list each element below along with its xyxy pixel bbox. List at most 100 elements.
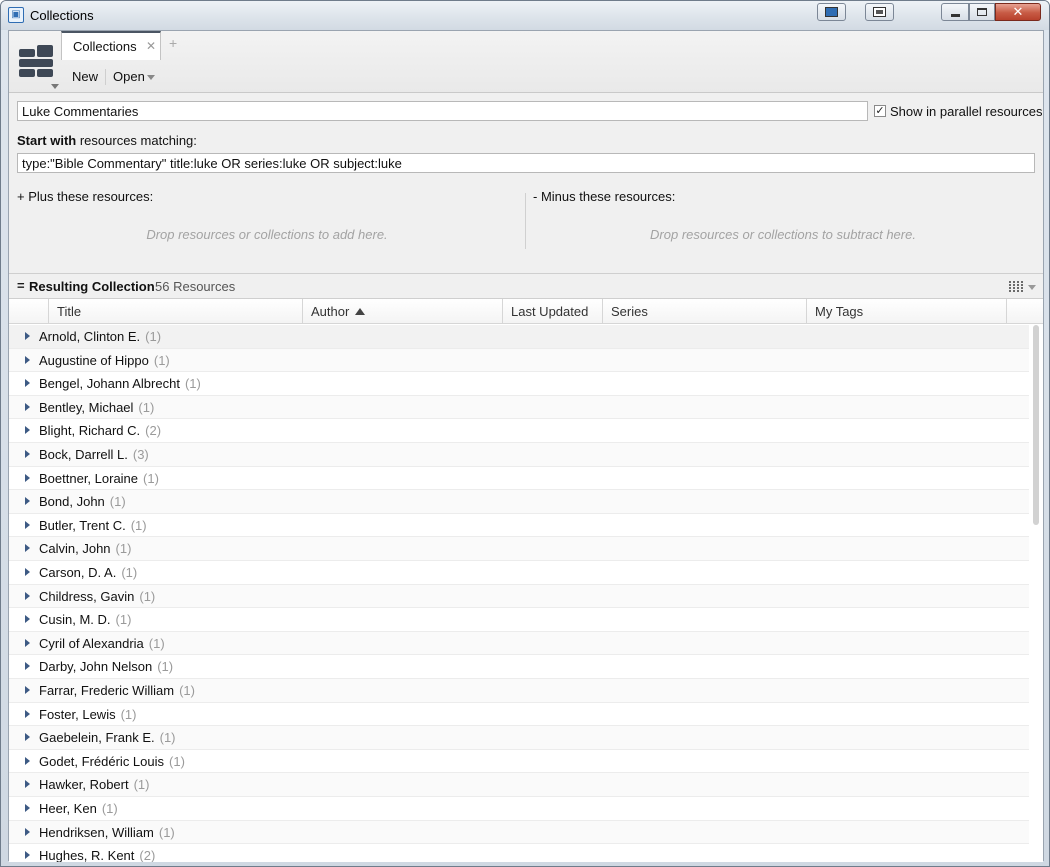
logo-dropdown-icon[interactable] bbox=[51, 84, 59, 89]
table-row[interactable]: Darby, John Nelson (1) bbox=[9, 655, 1029, 679]
expand-arrow-icon[interactable] bbox=[25, 450, 30, 458]
expand-arrow-icon[interactable] bbox=[25, 332, 30, 340]
expand-arrow-icon[interactable] bbox=[25, 426, 30, 435]
column-header-title[interactable]: Title bbox=[48, 299, 302, 324]
column-header-series[interactable]: Series bbox=[602, 299, 806, 324]
table-row[interactable]: Bock, Darrell L. (3) bbox=[9, 443, 1029, 467]
table-row[interactable]: Foster, Lewis (1) bbox=[9, 702, 1029, 727]
table-row[interactable]: Childress, Gavin (1) bbox=[9, 584, 1029, 609]
author-name: Bengel, Johann Albrecht (1) bbox=[39, 376, 201, 391]
expand-arrow-icon[interactable] bbox=[25, 851, 30, 860]
tab-collections[interactable]: Collections ✕ bbox=[61, 31, 161, 60]
table-row[interactable]: Gaebelein, Frank E. (1) bbox=[9, 726, 1029, 750]
minimize-button[interactable] bbox=[941, 3, 969, 21]
table-row[interactable]: Butler, Trent C. (1) bbox=[9, 513, 1029, 538]
start-with-bold: Start with bbox=[17, 133, 77, 148]
expand-arrow-icon[interactable] bbox=[25, 520, 30, 529]
query-input[interactable] bbox=[17, 153, 1035, 173]
result-title: Resulting Collection bbox=[29, 279, 155, 294]
expand-arrow-icon[interactable] bbox=[25, 473, 30, 482]
resource-table: Title Author Last Updated Series My Tags… bbox=[9, 298, 1043, 862]
start-with-label: Start with resources matching: bbox=[17, 133, 197, 148]
open-dropdown-icon[interactable] bbox=[147, 75, 155, 80]
expand-arrow-icon[interactable] bbox=[25, 591, 30, 600]
table-row[interactable]: Boettner, Loraine (1) bbox=[9, 466, 1029, 491]
view-dropdown-icon[interactable] bbox=[1028, 285, 1036, 290]
author-name: Hawker, Robert (1) bbox=[39, 777, 149, 792]
add-drop-zone[interactable]: Drop resources or collections to add her… bbox=[17, 227, 517, 242]
table-row[interactable]: Augustine of Hippo (1) bbox=[9, 348, 1029, 373]
expand-arrow-icon[interactable] bbox=[25, 379, 30, 388]
expand-arrow-icon[interactable] bbox=[25, 780, 30, 789]
table-row[interactable]: Godet, Frédéric Louis (1) bbox=[9, 749, 1029, 774]
new-button[interactable]: New bbox=[72, 69, 98, 84]
open-button[interactable]: Open bbox=[113, 69, 145, 84]
column-header-my-tags[interactable]: My Tags bbox=[806, 299, 1006, 324]
column-header-author[interactable]: Author bbox=[302, 299, 502, 324]
table-row[interactable]: Blight, Richard C. (2) bbox=[9, 419, 1029, 443]
expand-arrow-icon[interactable] bbox=[25, 544, 30, 553]
resource-count: (1) bbox=[158, 824, 175, 840]
column-header-last-updated[interactable]: Last Updated bbox=[502, 299, 602, 324]
scrollbar-thumb[interactable] bbox=[1033, 325, 1039, 525]
author-name: Hendriksen, William (1) bbox=[39, 825, 175, 840]
table-row[interactable]: Bentley, Michael (1) bbox=[9, 395, 1029, 420]
author-label: Bentley, Michael bbox=[39, 399, 134, 415]
expand-arrow-icon[interactable] bbox=[25, 638, 30, 647]
table-row[interactable]: Heer, Ken (1) bbox=[9, 797, 1029, 821]
expand-arrow-icon[interactable] bbox=[25, 804, 30, 812]
column-series-label: Series bbox=[611, 304, 648, 319]
expand-arrow-icon[interactable] bbox=[25, 497, 30, 506]
expand-arrow-icon[interactable] bbox=[25, 568, 30, 576]
resource-count: (1) bbox=[169, 753, 185, 769]
subtract-drop-zone[interactable]: Drop resources or collections to subtrac… bbox=[533, 227, 1033, 242]
tab-label: Collections bbox=[73, 39, 137, 54]
table-row[interactable]: Bengel, Johann Albrecht (1) bbox=[9, 372, 1029, 396]
resource-count: (1) bbox=[139, 588, 156, 604]
show-parallel-label[interactable]: Show in parallel resources bbox=[890, 104, 1042, 119]
logos-menu-icon[interactable] bbox=[19, 45, 53, 77]
expand-arrow-icon[interactable] bbox=[25, 756, 30, 765]
column-view-icon[interactable] bbox=[1009, 280, 1023, 292]
expand-arrow-icon[interactable] bbox=[25, 355, 30, 364]
screen-button[interactable] bbox=[817, 3, 846, 21]
author-name: Cusin, M. D. (1) bbox=[39, 612, 131, 627]
table-row[interactable]: Hawker, Robert (1) bbox=[9, 773, 1029, 797]
author-label: Calvin, John bbox=[39, 541, 111, 557]
table-row[interactable]: Hendriksen, William (1) bbox=[9, 820, 1029, 845]
column-author-label: Author bbox=[311, 304, 350, 319]
author-label: Farrar, Frederic William bbox=[39, 683, 175, 698]
window-button[interactable] bbox=[865, 3, 894, 21]
screen-icon bbox=[825, 7, 838, 17]
tab-close-icon[interactable]: ✕ bbox=[146, 39, 156, 53]
maximize-button[interactable] bbox=[969, 3, 995, 21]
show-parallel-checkbox[interactable]: ✓ bbox=[874, 105, 886, 117]
author-label: Augustine of Hippo bbox=[39, 352, 149, 368]
table-row[interactable]: Calvin, John (1) bbox=[9, 537, 1029, 561]
author-label: Childress, Gavin bbox=[39, 588, 135, 604]
collection-name-input[interactable] bbox=[17, 101, 868, 121]
table-row[interactable]: Arnold, Clinton E. (1) bbox=[9, 325, 1029, 349]
table-row[interactable]: Farrar, Frederic William (1) bbox=[9, 679, 1029, 703]
expand-arrow-icon[interactable] bbox=[25, 615, 30, 624]
table-row[interactable]: Carson, D. A. (1) bbox=[9, 561, 1029, 585]
table-row[interactable]: Hughes, R. Kent (2) bbox=[9, 844, 1029, 862]
expand-arrow-icon[interactable] bbox=[25, 733, 30, 742]
table-row[interactable]: Cyril of Alexandria (1) bbox=[9, 631, 1029, 656]
table-header: Title Author Last Updated Series My Tags bbox=[9, 299, 1043, 324]
author-name: Augustine of Hippo (1) bbox=[39, 353, 170, 368]
expand-arrow-icon[interactable] bbox=[25, 686, 30, 694]
title-bar[interactable]: ▣ Collections ✕ bbox=[1, 1, 1049, 30]
expand-arrow-icon[interactable] bbox=[25, 662, 30, 671]
expand-arrow-icon[interactable] bbox=[25, 709, 30, 718]
expand-arrow-icon[interactable] bbox=[25, 402, 30, 411]
expand-arrow-icon[interactable] bbox=[25, 827, 30, 836]
author-name: Calvin, John (1) bbox=[39, 541, 131, 556]
vertical-scrollbar[interactable] bbox=[1029, 325, 1043, 862]
author-name: Childress, Gavin (1) bbox=[39, 589, 155, 604]
resource-count: (3) bbox=[132, 447, 149, 462]
close-button[interactable]: ✕ bbox=[995, 3, 1041, 21]
table-row[interactable]: Cusin, M. D. (1) bbox=[9, 608, 1029, 632]
add-tab-icon[interactable]: + bbox=[169, 35, 177, 51]
table-row[interactable]: Bond, John (1) bbox=[9, 490, 1029, 514]
